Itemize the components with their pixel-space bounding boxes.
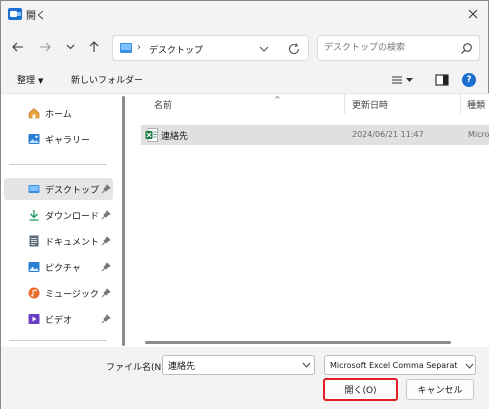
sidebar-item-label: ピクチャ: [45, 264, 81, 274]
breadcrumb-current[interactable]: デスクトップ: [149, 43, 203, 56]
sidebar-item-label: ギャラリー: [45, 136, 91, 146]
cancel-button[interactable]: キャンセル: [406, 379, 474, 400]
sidebar-item-home[interactable]: ホーム: [4, 102, 113, 124]
forward-button[interactable]: [36, 38, 54, 56]
column-header-label: 更新日時: [352, 101, 389, 111]
sidebar-item-label: ビデオ: [45, 316, 73, 326]
arrow-up-icon: [89, 41, 99, 52]
organize-label: 整理: [17, 76, 36, 86]
sidebar-item-label: ホーム: [45, 110, 72, 120]
gallery-icon: [28, 134, 40, 144]
search-icon[interactable]: [460, 42, 473, 55]
preview-pane-icon[interactable]: [435, 73, 449, 87]
pictures-icon: [28, 262, 40, 272]
desktop-icon: [120, 43, 132, 53]
close-icon: [468, 9, 478, 19]
new-folder-button[interactable]: 新しいフォルダー: [71, 73, 143, 86]
sidebar-item-music[interactable]: ミュージック: [4, 282, 113, 304]
desktop-icon: [28, 185, 40, 193]
breadcrumb-separator: ›: [137, 42, 141, 53]
sidebar-item-label: ダウンロード: [45, 212, 100, 222]
navigation-bar: › デスクトップ: [1, 31, 489, 65]
help-icon: ?: [466, 75, 472, 85]
back-button[interactable]: [9, 38, 27, 56]
file-type: Micro: [468, 130, 489, 139]
filename-label: ファイル名(N):: [106, 363, 168, 373]
cancel-button-label: キャンセル: [417, 386, 463, 396]
sidebar-item-downloads[interactable]: ダウンロード: [4, 204, 113, 226]
pin-icon[interactable]: [101, 314, 111, 324]
videos-icon: [28, 314, 40, 324]
list-view-icon: [392, 76, 402, 84]
column-header-label: 種類: [467, 101, 486, 111]
caret-down-icon: [406, 77, 413, 82]
chevron-down-icon[interactable]: [302, 361, 311, 369]
pin-icon[interactable]: [101, 262, 111, 272]
chevron-down-icon[interactable]: [258, 44, 270, 54]
arrow-left-icon: [12, 42, 23, 52]
arrow-right-icon: [40, 42, 51, 52]
sidebar-item-pictures[interactable]: ピクチャ: [4, 256, 113, 278]
sort-ascending-icon: ^: [274, 95, 281, 104]
column-header-type[interactable]: 種類: [467, 98, 485, 111]
chevron-down-icon: [66, 44, 74, 50]
pin-icon[interactable]: [101, 210, 111, 220]
up-button[interactable]: [85, 38, 103, 56]
open-button[interactable]: 開く(O): [323, 378, 398, 401]
search-input[interactable]: [324, 41, 454, 55]
chevron-down-icon: [465, 363, 474, 369]
search-box[interactable]: [317, 35, 480, 61]
sidebar-divider: [9, 340, 107, 341]
pin-icon[interactable]: [101, 184, 111, 194]
caret-down-icon: ▼: [38, 77, 44, 85]
column-header-name[interactable]: 名前 ^: [154, 95, 281, 111]
address-bar[interactable]: › デスクトップ: [112, 35, 309, 61]
pin-icon[interactable]: [101, 288, 111, 298]
sidebar-item-videos[interactable]: ビデオ: [4, 308, 113, 330]
horizontal-scrollbar[interactable]: [145, 341, 451, 344]
column-divider[interactable]: [344, 94, 345, 114]
file-row[interactable]: 連絡先 2024/06/21 11:47 Micro: [141, 125, 489, 145]
organize-button[interactable]: 整理 ▼: [17, 73, 43, 86]
column-header-modified[interactable]: 更新日時: [352, 98, 388, 111]
open-button-label: 開く(O): [344, 386, 377, 396]
column-header-label: 名前: [154, 101, 173, 111]
app-icon: [8, 8, 22, 20]
window-title: 開く: [26, 11, 46, 22]
excel-file-icon: [145, 128, 158, 142]
file-type-value: Microsoft Excel Comma Separat: [330, 361, 458, 370]
sidebar-item-label: ドキュメント: [45, 238, 100, 248]
documents-icon: [29, 235, 39, 247]
command-bar: 整理 ▼ 新しいフォルダー ?: [1, 67, 489, 93]
sidebar-item-label: ミュージック: [45, 290, 99, 300]
file-modified: 2024/06/21 11:47: [352, 130, 424, 139]
sidebar-item-desktop[interactable]: デスクトップ: [4, 178, 113, 200]
recent-locations-button[interactable]: [61, 38, 79, 56]
view-options-button[interactable]: [391, 73, 417, 87]
file-type-select[interactable]: Microsoft Excel Comma Separat: [324, 355, 476, 375]
navigation-pane: ホーム ギャラリー デスクトップ ダウンロード ドキュメント ピクチャ ミュージ…: [1, 94, 119, 348]
close-button[interactable]: [462, 4, 484, 24]
column-divider[interactable]: [460, 94, 461, 114]
filename-input[interactable]: [162, 355, 315, 375]
title-bar: 開く: [1, 1, 489, 27]
help-button[interactable]: ?: [462, 73, 476, 87]
sidebar-item-label: デスクトップ: [45, 186, 100, 196]
content-area: ホーム ギャラリー デスクトップ ダウンロード ドキュメント ピクチャ ミュージ…: [1, 93, 489, 347]
new-folder-label: 新しいフォルダー: [71, 76, 144, 86]
refresh-icon[interactable]: [287, 42, 301, 56]
pin-icon[interactable]: [101, 236, 111, 246]
sidebar-divider: [9, 164, 107, 165]
dialog-footer: ファイル名(N): Microsoft Excel Comma Separat …: [1, 347, 489, 409]
open-file-dialog: 開く › デスクトップ デスクトップの検索 整理 ▼ 新しいフォルダー ? ホー…: [0, 0, 489, 409]
download-icon: [29, 210, 39, 221]
music-icon: [28, 287, 40, 299]
sidebar-item-documents[interactable]: ドキュメント: [4, 230, 113, 252]
file-list: 名前 ^ 更新日時 種類 連絡先 2024/06/21 11:47 Micro: [125, 94, 489, 348]
sidebar-item-gallery[interactable]: ギャラリー: [4, 128, 113, 150]
home-icon: [28, 108, 40, 119]
file-name: 連絡先: [161, 132, 189, 142]
